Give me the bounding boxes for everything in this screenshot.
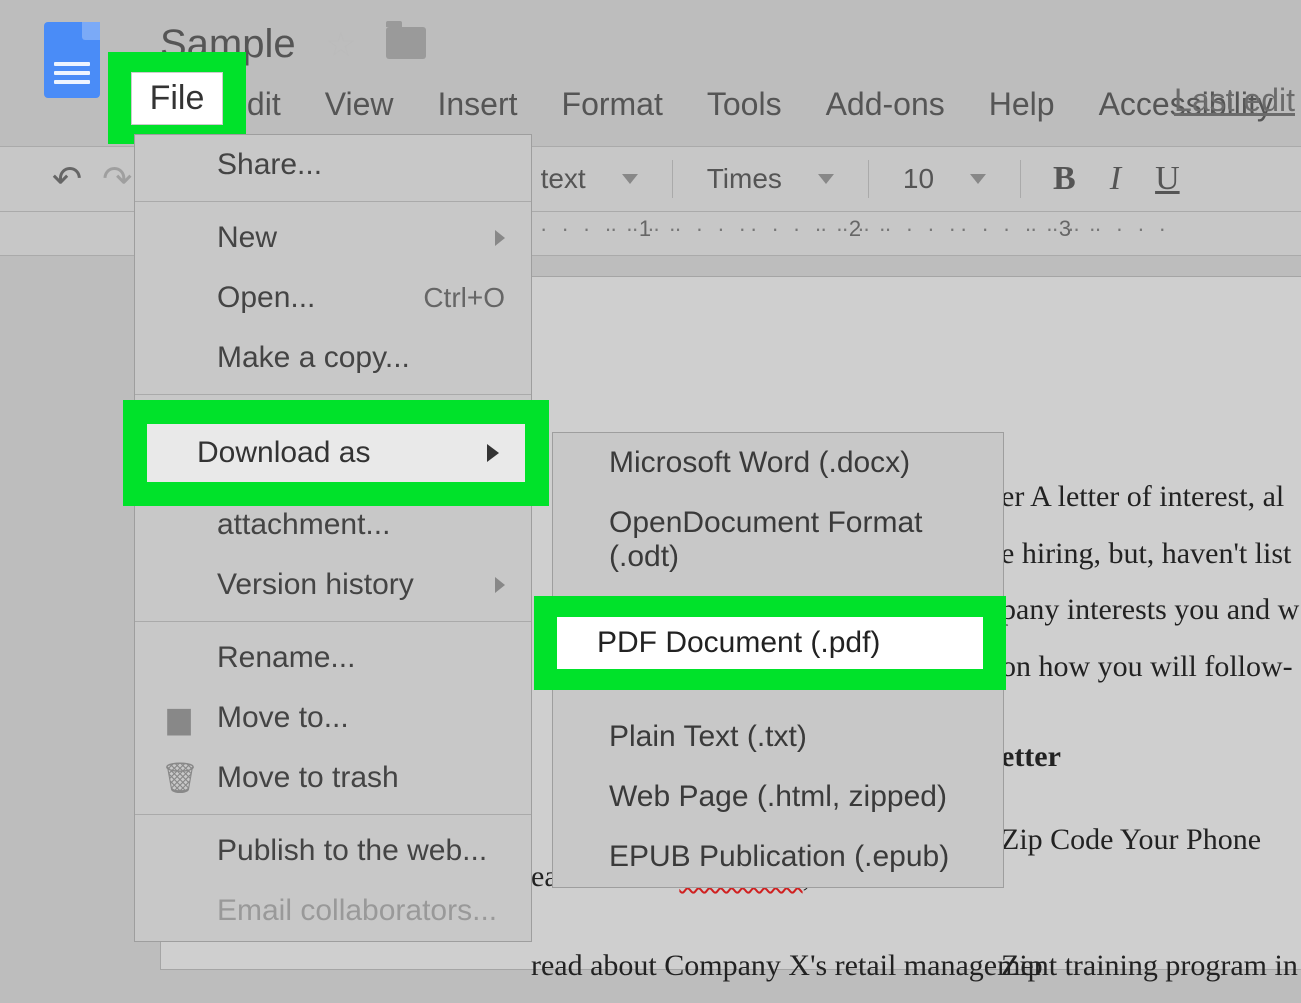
menu-item-open[interactable]: Open...Ctrl+O (135, 268, 531, 328)
highlight-pdf-document: PDF Document (.pdf) (534, 596, 1006, 690)
font-size-dropdown[interactable]: 10 (893, 163, 996, 195)
underline-button[interactable]: U (1147, 160, 1188, 198)
star-icon[interactable]: ☆ (326, 25, 356, 65)
submenu-item-html[interactable]: Web Page (.html, zipped) (553, 767, 1003, 827)
trash-icon: 🗑 (161, 761, 197, 796)
menu-item-download-as[interactable]: Download as (147, 424, 525, 482)
doc-text: on how you will follow- (1001, 647, 1301, 688)
italic-button[interactable]: I (1102, 160, 1129, 198)
menu-item-move-to-trash[interactable]: 🗑Move to trash (135, 748, 531, 808)
ruler-tick-1: 1 (540, 216, 750, 242)
doc-text: Zip Code Your Phone (1001, 820, 1301, 861)
font-family-value: Times (707, 163, 782, 195)
doc-text: etter (1001, 737, 1301, 778)
bold-button[interactable]: B (1045, 160, 1084, 198)
menu-item-new[interactable]: New (135, 208, 531, 268)
last-edit-link[interactable]: Last edit (1174, 82, 1295, 119)
ruler-tick-2: 2 (750, 216, 960, 242)
menubar: File Edit View Insert Format Tools Add-o… (108, 78, 1295, 131)
menu-item-move-to[interactable]: ▆Move to... (135, 688, 531, 748)
menu-item-rename[interactable]: Rename... (135, 628, 531, 688)
chevron-down-icon (970, 174, 986, 184)
menu-file[interactable]: File (131, 72, 224, 125)
highlight-file-menu: File (108, 52, 246, 144)
shortcut-label: Ctrl+O (423, 282, 505, 314)
menu-addons[interactable]: Add-ons (804, 78, 967, 131)
docs-app-icon[interactable] (44, 22, 100, 98)
font-family-dropdown[interactable]: Times (697, 163, 844, 195)
chevron-down-icon (818, 174, 834, 184)
submenu-item-docx[interactable]: Microsoft Word (.docx) (553, 433, 1003, 493)
ruler-tick-3: 3 (960, 216, 1170, 242)
doc-text: e hiring, but, haven't list (1001, 534, 1301, 575)
submenu-item-pdf[interactable]: PDF Document (.pdf) (557, 617, 983, 669)
menu-help[interactable]: Help (967, 78, 1077, 131)
menu-format[interactable]: Format (540, 78, 685, 131)
menu-item-version-history[interactable]: Version history (135, 555, 531, 615)
doc-text: er A letter of interest, al (1001, 477, 1301, 518)
submenu-item-epub[interactable]: EPUB Publication (.epub) (553, 827, 1003, 887)
file-menu-dropdown: Share... New Open...Ctrl+O Make a copy..… (134, 134, 532, 942)
folder-icon: ▆ (161, 701, 197, 736)
menu-insert[interactable]: Insert (415, 78, 539, 131)
submenu-item-odt[interactable]: OpenDocument Format (.odt) (553, 493, 1003, 587)
menu-item-make-copy[interactable]: Make a copy... (135, 328, 531, 388)
chevron-down-icon (622, 174, 638, 184)
doc-text: pany interests you and w (1001, 590, 1301, 631)
font-size-value: 10 (903, 163, 934, 195)
menu-tools[interactable]: Tools (685, 78, 804, 131)
menu-item-share[interactable]: Share... (135, 135, 531, 195)
undo-icon[interactable]: ↶ (52, 158, 82, 200)
redo-icon[interactable]: ↷ (102, 158, 132, 200)
menu-item-publish-web[interactable]: Publish to the web... (135, 821, 531, 881)
chevron-right-icon (495, 577, 505, 593)
menu-view[interactable]: View (303, 78, 416, 131)
menu-item-email-collaborators[interactable]: Email collaborators... (135, 881, 531, 941)
chevron-right-icon (487, 444, 499, 462)
submenu-item-txt[interactable]: Plain Text (.txt) (553, 707, 1003, 767)
doc-text: read about Company X's retail management… (531, 946, 1301, 987)
chevron-right-icon (495, 230, 505, 246)
folder-icon[interactable] (386, 27, 426, 59)
highlight-download-as: Download as (123, 400, 549, 506)
